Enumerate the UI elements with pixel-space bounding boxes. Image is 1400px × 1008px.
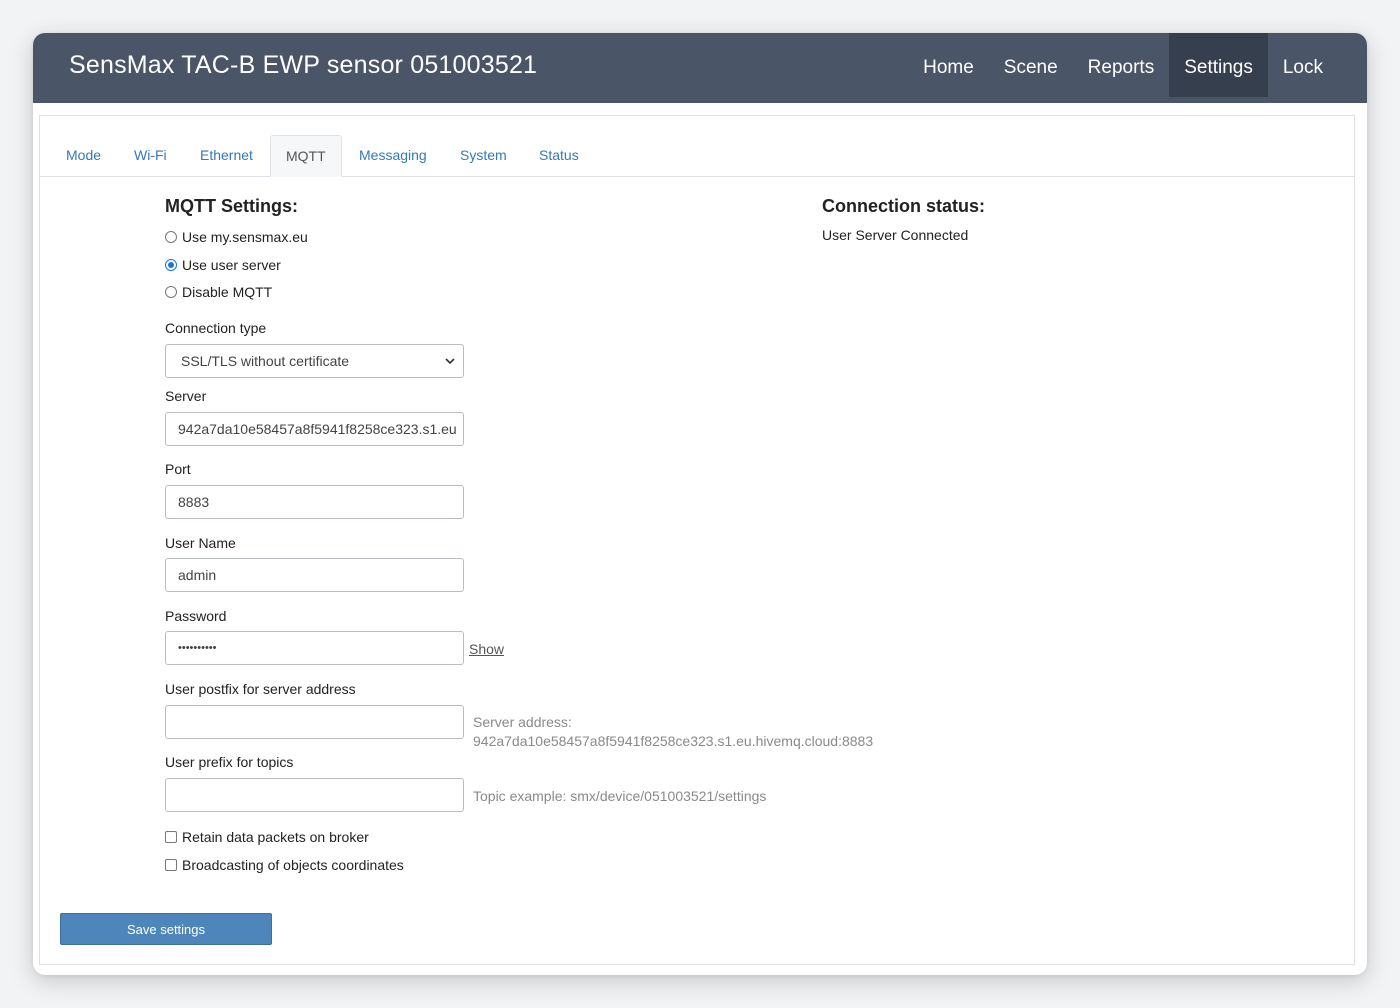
username-input[interactable]: admin [165, 558, 464, 592]
password-input[interactable]: •••••••••• [165, 631, 464, 665]
settings-panel: Mode Wi-Fi Ethernet MQTT Messaging Syste… [39, 115, 1355, 965]
port-label: Port [165, 461, 191, 477]
tab-mqtt[interactable]: MQTT [270, 135, 342, 177]
server-address-hint-title: Server address: [473, 714, 572, 730]
option-use-sensmax[interactable]: Use my.sensmax.eu [165, 229, 308, 245]
postfix-label: User postfix for server address [165, 681, 356, 697]
prefix-input[interactable] [165, 778, 464, 812]
radio-disable-mqtt[interactable] [165, 286, 177, 298]
broadcast-option[interactable]: Broadcasting of objects coordinates [165, 857, 404, 873]
tab-system[interactable]: System [445, 135, 522, 177]
server-input[interactable]: 942a7da10e58457a8f5941f8258ce323.s1.eu [165, 412, 464, 446]
app-title: SensMax TAC-B EWP sensor 051003521 [69, 51, 538, 79]
broadcast-checkbox[interactable] [165, 859, 177, 871]
mqtt-settings-heading: MQTT Settings: [165, 196, 298, 216]
save-settings-button[interactable]: Save settings [60, 913, 272, 945]
topic-example-hint: Topic example: smx/device/051003521/sett… [473, 788, 767, 804]
radio-use-sensmax[interactable] [165, 231, 177, 243]
broadcast-label: Broadcasting of objects coordinates [182, 857, 404, 873]
chevron-down-icon [445, 358, 455, 365]
connection-type-label: Connection type [165, 320, 267, 336]
port-input[interactable]: 8883 [165, 485, 464, 519]
tab-wifi[interactable]: Wi-Fi [119, 135, 182, 177]
tab-status[interactable]: Status [524, 135, 594, 177]
server-address-hint-value: 942a7da10e58457a8f5941f8258ce323.s1.eu.h… [473, 733, 874, 749]
nav-home[interactable]: Home [908, 33, 989, 103]
username-label: User Name [165, 535, 236, 551]
nav-settings[interactable]: Settings [1169, 33, 1268, 97]
main-nav: Home Scene Reports Settings Lock [908, 33, 1367, 103]
connection-type-value: SSL/TLS without certificate [181, 353, 350, 369]
option-use-user-server-label: Use user server [182, 257, 281, 273]
tab-ethernet[interactable]: Ethernet [185, 135, 268, 177]
tab-messaging[interactable]: Messaging [344, 135, 442, 177]
connection-status-heading: Connection status: [822, 196, 986, 216]
nav-scene[interactable]: Scene [989, 33, 1073, 103]
retain-checkbox[interactable] [165, 831, 177, 843]
settings-tabs: Mode Wi-Fi Ethernet MQTT Messaging Syste… [40, 116, 1354, 177]
nav-lock[interactable]: Lock [1268, 33, 1338, 103]
option-disable-mqtt[interactable]: Disable MQTT [165, 284, 272, 300]
server-address-hint: Server address: 942a7da10e58457a8f5941f8… [473, 713, 873, 751]
radio-use-user-server[interactable] [165, 259, 177, 271]
option-disable-mqtt-label: Disable MQTT [182, 284, 273, 300]
app-window: SensMax TAC-B EWP sensor 051003521 Home … [33, 33, 1367, 975]
postfix-input[interactable] [165, 705, 464, 739]
connection-status-text: User Server Connected [822, 227, 969, 243]
prefix-label: User prefix for topics [165, 754, 294, 770]
server-label: Server [165, 388, 207, 404]
show-password-link[interactable]: Show [469, 641, 504, 657]
connection-type-select[interactable]: SSL/TLS without certificate [165, 344, 464, 378]
password-label: Password [165, 608, 227, 624]
top-bar: SensMax TAC-B EWP sensor 051003521 Home … [33, 33, 1367, 103]
option-use-sensmax-label: Use my.sensmax.eu [182, 229, 308, 245]
tab-mode[interactable]: Mode [51, 135, 116, 177]
option-use-user-server[interactable]: Use user server [165, 257, 281, 273]
retain-option[interactable]: Retain data packets on broker [165, 829, 369, 845]
nav-reports[interactable]: Reports [1073, 33, 1170, 103]
retain-label: Retain data packets on broker [182, 829, 369, 845]
